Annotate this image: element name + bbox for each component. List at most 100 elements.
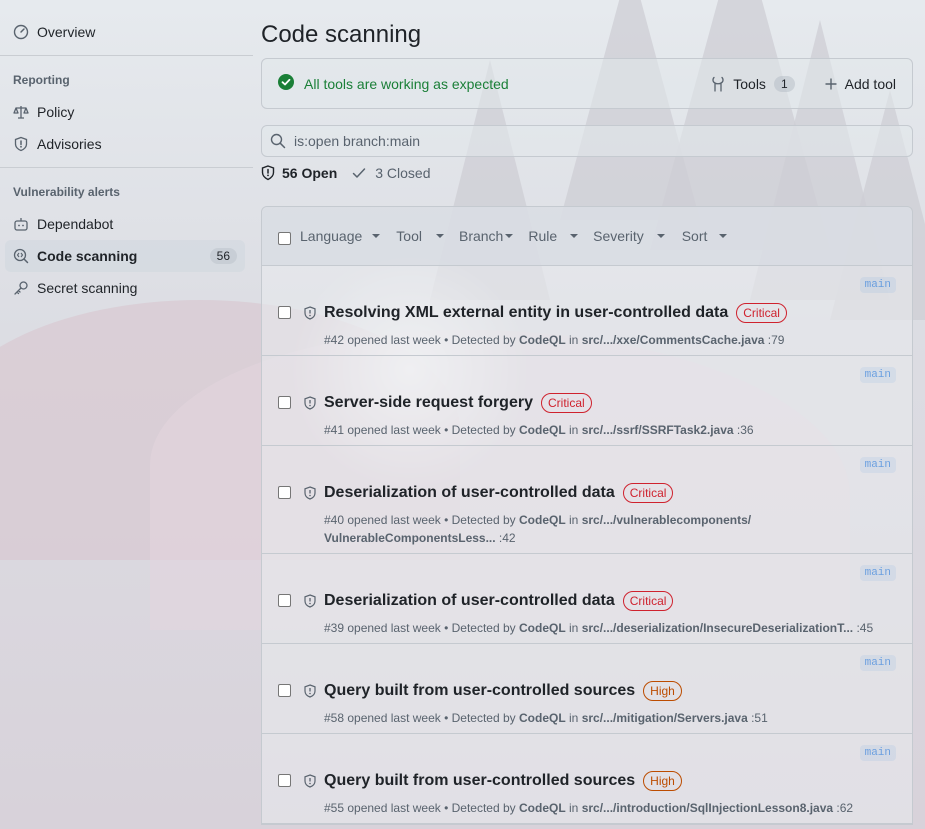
alert-search-bar: [261, 125, 913, 157]
shield-icon: [303, 306, 317, 320]
sidebar-item-label: Policy: [37, 104, 75, 120]
filter-label: Severity: [593, 228, 644, 244]
alert-title-link[interactable]: Query built from user-controlled sources: [324, 772, 635, 790]
alert-meta: #39 opened last week • Detected by CodeQ…: [324, 619, 884, 637]
severity-badge: High: [643, 771, 682, 791]
filter-label: Branch: [458, 228, 504, 244]
sidebar-item-advisories[interactable]: Advisories: [5, 128, 245, 160]
alert-meta-text: #39 opened last week • Detected by: [324, 621, 519, 635]
tools-status-banner: All tools are working as expected Tools …: [261, 58, 913, 109]
branch-label: main: [859, 655, 896, 671]
filter-branch[interactable]: Branch: [458, 228, 514, 244]
alert-row[interactable]: main Query built from user-controlled so…: [262, 734, 912, 824]
caret-down-icon: [570, 234, 579, 238]
plus-icon: [825, 78, 837, 90]
line-number: :62: [833, 801, 854, 815]
file-path: src/.../deserialization/InsecureDeserial…: [581, 621, 854, 635]
line-number: :45: [853, 621, 874, 635]
severity-badge: Critical: [622, 591, 674, 611]
status-text: All tools are working as expected: [304, 75, 509, 92]
alert-meta-text: in: [565, 513, 582, 527]
severity-badge: Critical: [622, 483, 674, 503]
line-number: :42: [495, 531, 516, 545]
add-tool-label: Add tool: [844, 75, 896, 92]
alert-checkbox[interactable]: [278, 684, 291, 697]
shield-icon: [13, 136, 29, 152]
sidebar-divider: [0, 55, 253, 56]
tool-name: CodeQL: [519, 621, 566, 635]
alert-title-link[interactable]: Server-side request forgery: [324, 394, 533, 412]
alert-checkbox[interactable]: [278, 306, 291, 319]
search-input[interactable]: [294, 133, 904, 149]
sidebar-item-code-scanning[interactable]: Code scanning 56: [5, 240, 245, 272]
open-filter-link[interactable]: 56 Open: [261, 165, 337, 181]
file-path: src/.../introduction/SqlInjectionLesson8…: [581, 801, 834, 815]
alert-title-link[interactable]: Query built from user-controlled sources: [324, 682, 635, 700]
sidebar-heading-reporting: Reporting: [13, 73, 70, 87]
closed-filter-link[interactable]: 3 Closed: [352, 165, 431, 181]
alert-meta-text: in: [565, 711, 582, 725]
alert-checkbox[interactable]: [278, 594, 291, 607]
sidebar-heading-vulnerability-alerts: Vulnerability alerts: [13, 185, 120, 199]
alert-count-badge: 56: [209, 248, 237, 264]
sidebar-item-label: Code scanning: [37, 248, 138, 264]
alert-title-line: Deserialization of user-controlled data …: [324, 483, 674, 503]
alert-row[interactable]: main Resolving XML external entity in us…: [262, 266, 912, 356]
alert-meta-text: #58 opened last week • Detected by: [324, 711, 519, 725]
sidebar-item-label: Advisories: [37, 136, 102, 152]
alert-row[interactable]: main Server-side request forgery Critica…: [262, 356, 912, 446]
key-icon: [13, 280, 29, 296]
tools-button[interactable]: Tools 1: [711, 75, 795, 92]
alert-meta-text: #41 opened last week • Detected by: [324, 423, 519, 437]
tools-label: Tools: [733, 75, 766, 92]
open-closed-toggle: 56 Open 3 Closed: [261, 163, 913, 183]
alert-title-link[interactable]: Deserialization of user-controlled data: [324, 484, 615, 502]
sidebar-item-policy[interactable]: Policy: [5, 96, 245, 128]
filter-language[interactable]: Language: [300, 228, 381, 244]
shield-icon: [303, 684, 317, 698]
check-circle-icon: [278, 74, 294, 93]
filter-sort[interactable]: Sort: [682, 228, 728, 244]
filter-label: Language: [300, 228, 363, 244]
alert-row[interactable]: main Deserialization of user-controlled …: [262, 446, 912, 554]
file-path: src/.../xxe/CommentsCache.java: [581, 333, 765, 347]
alert-row[interactable]: main Deserialization of user-controlled …: [262, 554, 912, 644]
alert-checkbox[interactable]: [278, 486, 291, 499]
sidebar: Overview Reporting Policy Advisories Vul…: [0, 0, 253, 304]
alert-checkbox[interactable]: [278, 396, 291, 409]
alert-meta: #55 opened last week • Detected by CodeQ…: [324, 799, 884, 817]
alert-meta-text: in: [565, 621, 582, 635]
alert-checkbox[interactable]: [278, 774, 291, 787]
branch-label: main: [859, 367, 896, 383]
severity-badge: High: [643, 681, 682, 701]
shield-icon: [303, 396, 317, 410]
branch-label: main: [859, 565, 896, 581]
alert-title-link[interactable]: Deserialization of user-controlled data: [324, 592, 615, 610]
filter-label: Rule: [528, 228, 558, 244]
caret-down-icon: [719, 234, 728, 238]
alert-meta: #58 opened last week • Detected by CodeQ…: [324, 709, 884, 727]
sidebar-item-secret-scanning[interactable]: Secret scanning: [5, 272, 245, 304]
select-all-checkbox[interactable]: [278, 231, 291, 245]
add-tool-button[interactable]: Add tool: [825, 76, 896, 92]
shield-icon: [303, 594, 317, 608]
filter-label: Sort: [681, 228, 708, 244]
alert-meta: #41 opened last week • Detected by CodeQ…: [324, 421, 884, 439]
sidebar-item-label: Secret scanning: [37, 280, 138, 296]
alert-row[interactable]: main Query built from user-controlled so…: [262, 644, 912, 734]
branch-label: main: [859, 277, 896, 293]
shield-icon: [303, 774, 317, 788]
sidebar-item-dependabot[interactable]: Dependabot: [5, 208, 245, 240]
alert-meta: #40 opened last week • Detected by CodeQ…: [324, 511, 754, 547]
check-icon: [352, 167, 366, 179]
sidebar-item-overview[interactable]: Overview: [5, 16, 245, 48]
alert-meta-text: #40 opened last week • Detected by: [324, 513, 519, 527]
filter-rule[interactable]: Rule: [528, 228, 579, 244]
filter-tool[interactable]: Tool: [396, 228, 444, 244]
alert-title-link[interactable]: Resolving XML external entity in user-co…: [324, 304, 728, 322]
filter-severity[interactable]: Severity: [593, 228, 665, 244]
file-path: src/.../mitigation/Servers.java: [581, 711, 748, 725]
branch-label: main: [859, 457, 896, 473]
open-count: 56 Open: [282, 165, 338, 181]
alert-title-line: Deserialization of user-controlled data …: [324, 591, 674, 611]
